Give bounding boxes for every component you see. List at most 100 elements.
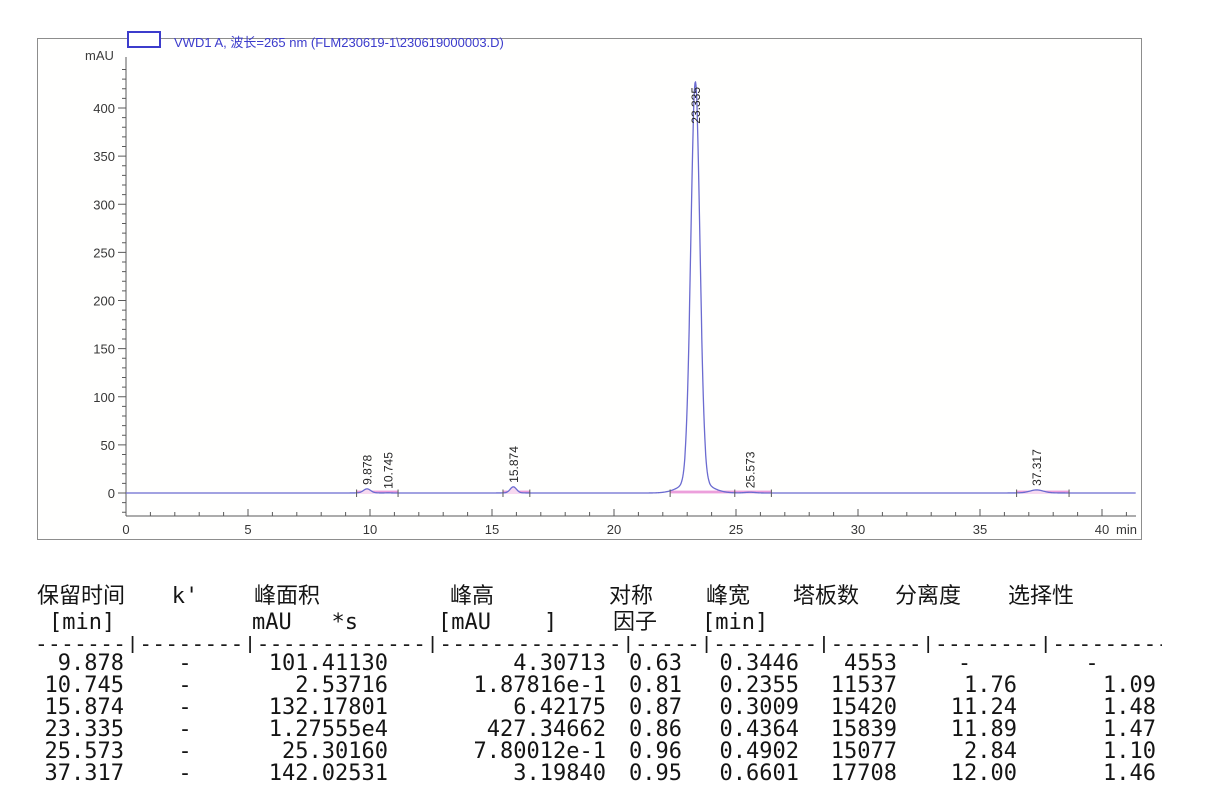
legend-swatch [127,31,161,48]
header-cell: 塔板数 [809,584,907,610]
table-cell: 0.2355 [692,675,809,697]
y-axis-tick-label: 150 [93,342,115,357]
table-cell: 427.34662 [422,719,609,741]
table-cell: 11.24 [907,697,1022,719]
table-cell: 12.00 [907,763,1022,785]
y-axis-tick-label: 300 [93,197,115,212]
table-cell: - [130,741,240,763]
table-cell: - [130,697,240,719]
table-cell: 0.6601 [692,763,809,785]
table-cell: 7.80012e-1 [422,741,609,763]
table-cell: - [130,763,240,785]
table-cell: 11.89 [907,719,1022,741]
table-cell: 1.46 [1022,763,1162,785]
table-cell: 0.4364 [692,719,809,741]
table-cell: 0.4902 [692,741,809,763]
header-cell [907,610,1022,636]
header-cell: 因子 [609,610,692,636]
table-cell: - [130,653,240,675]
header-cell [809,610,907,636]
x-axis-tick-label: 30 [851,522,865,537]
header-cell: mAU *s [240,610,422,636]
legend-label: VWD1 A, 波长=265 nm (FLM230619-1\230619000… [174,32,504,51]
table-cell: 0.96 [609,741,692,763]
table-cell: 6.42175 [422,697,609,719]
table-cell: 17708 [809,763,907,785]
header-cell: 峰面积 [240,584,422,610]
header-row-1: 保留时间k'峰面积峰高对称峰宽塔板数分离度选择性 [35,584,1162,610]
peak-rt-label: 10.745 [382,452,396,489]
header-cell: 选择性 [1022,584,1162,610]
peak-table-header: 保留时间k'峰面积峰高对称峰宽塔板数分离度选择性 [min] mAU *s[mAU… [35,584,1162,653]
table-cell: 0.87 [609,697,692,719]
header-cell: 保留时间 [35,584,130,610]
table-cell: 4.30713 [422,653,609,675]
table-cell: - [907,653,1022,675]
table-cell: 10.745 [35,675,130,697]
header-cell: 峰宽 [692,584,809,610]
x-axis-tick-label: 0 [122,522,129,537]
x-axis-tick-label: 15 [485,522,499,537]
header-cell: 分离度 [907,584,1022,610]
y-axis-tick-label: 350 [93,149,115,164]
x-axis-unit-label: min [1116,522,1137,537]
x-axis-tick-label: 40 [1095,522,1109,537]
table-row: 23.335-1.27555e4427.346620.860.436415839… [35,719,1162,741]
table-cell: 142.02531 [240,763,422,785]
peak-rt-label: 37.317 [1030,449,1044,486]
table-cell: 0.3446 [692,653,809,675]
peak-table: 保留时间k'峰面积峰高对称峰宽塔板数分离度选择性 [min] mAU *s[mAU… [35,584,1162,785]
table-cell: 0.95 [609,763,692,785]
table-cell: 4553 [809,653,907,675]
y-axis-unit-label: mAU [85,48,114,63]
table-cell: 11537 [809,675,907,697]
y-axis-tick-label: 200 [93,294,115,309]
table-row: 10.745-2.537161.87816e-10.810.2355115371… [35,675,1162,697]
table-cell: 0.81 [609,675,692,697]
table-cell: 1.09 [1022,675,1162,697]
x-axis-tick-label: 35 [973,522,987,537]
table-cell: 25.573 [35,741,130,763]
table-cell: 15839 [809,719,907,741]
table-cell: 1.48 [1022,697,1162,719]
y-axis-tick-label: 250 [93,245,115,260]
header-cell: [min] [35,610,130,636]
y-axis-tick-label: 0 [108,486,115,501]
table-cell: 1.76 [907,675,1022,697]
chromatogram-panel: 4003503002502001501005000510152025303540… [37,38,1142,540]
table-cell: - [130,675,240,697]
table-row: 9.878-101.411304.307130.630.34464553-- [35,653,1162,675]
table-cell: 23.335 [35,719,130,741]
x-axis-tick-label: 25 [729,522,743,537]
table-row: 15.874-132.178016.421750.870.30091542011… [35,697,1162,719]
table-cell: 101.41130 [240,653,422,675]
y-axis-tick-label: 100 [93,390,115,405]
table-cell: 0.86 [609,719,692,741]
table-cell: 1.27555e4 [240,719,422,741]
table-cell: 15077 [809,741,907,763]
header-row-2: [min]mAU *s[mAU ]因子[min] [35,610,1162,636]
table-cell: - [130,719,240,741]
peak-rt-label: 23.335 [689,87,703,124]
chromatogram-svg: 4003503002502001501005000510152025303540… [38,39,1141,539]
header-cell: 对称 [609,584,692,610]
header-cell: 峰高 [422,584,609,610]
header-cell: k' [130,584,240,610]
peak-rt-label: 25.573 [743,451,757,488]
x-axis-tick-label: 10 [363,522,377,537]
signal-trace [126,82,1136,493]
peak-rt-label: 15.874 [507,446,521,483]
table-cell: 1.10 [1022,741,1162,763]
header-cell: [mAU ] [422,610,609,636]
table-cell: 0.63 [609,653,692,675]
table-cell: 3.19840 [422,763,609,785]
table-cell: 9.878 [35,653,130,675]
table-cell: 37.317 [35,763,130,785]
header-cell: [min] [692,610,809,636]
table-cell: 132.17801 [240,697,422,719]
peak-rt-label: 9.878 [361,454,375,484]
table-row: 25.573-25.301607.80012e-10.960.490215077… [35,741,1162,763]
peak-table-body: 9.878-101.411304.307130.630.34464553--10… [35,653,1162,785]
y-axis-tick-label: 50 [101,438,115,453]
x-axis-tick-label: 20 [607,522,621,537]
